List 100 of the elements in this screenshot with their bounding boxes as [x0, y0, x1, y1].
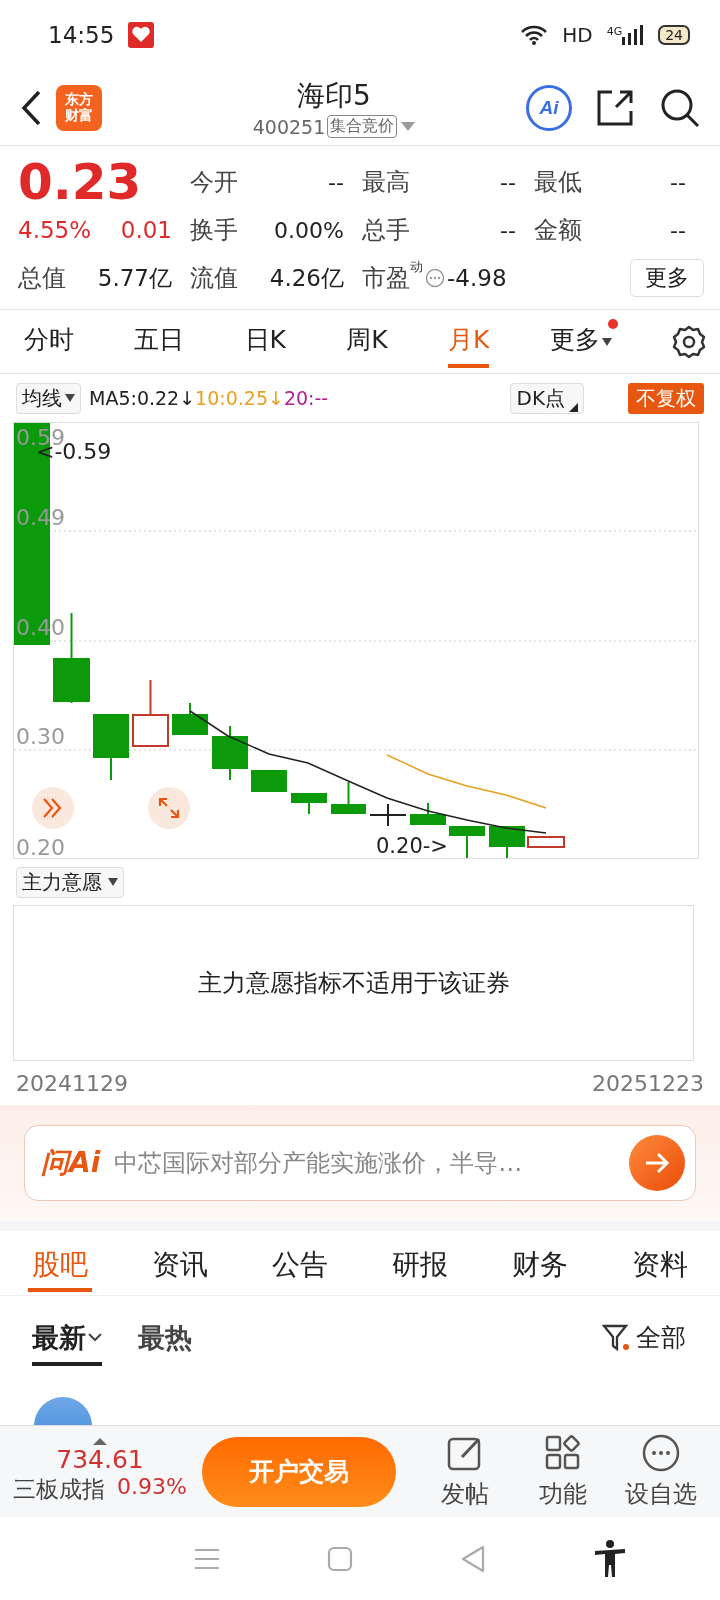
candlestick	[489, 826, 525, 858]
change-amount: 0.01	[120, 217, 172, 243]
action-button[interactable]: 发帖	[416, 1433, 514, 1510]
stat-value: --	[500, 169, 516, 195]
stat-label: 换手	[190, 215, 238, 246]
index-value: 734.61	[56, 1445, 144, 1474]
stat-value: 4.26亿	[269, 263, 344, 293]
action-button[interactable]: 功能	[514, 1433, 612, 1510]
stat-label: 最高	[362, 167, 410, 198]
start-date: 20241129	[16, 1070, 128, 1096]
change-percent: 4.55%	[18, 217, 92, 243]
ai-button[interactable]: Ai	[526, 84, 572, 131]
action-button[interactable]: 设自选	[612, 1433, 710, 1510]
content-tab[interactable]: 研报	[388, 1240, 452, 1292]
stat-label: 总值	[18, 263, 66, 294]
expand-arrows-icon	[157, 796, 181, 820]
stock-name: 海印5	[297, 78, 371, 114]
last-price: 0.23	[18, 157, 143, 207]
candlestick	[251, 770, 287, 792]
signal-icon	[622, 25, 645, 45]
more-tab[interactable]: 更多	[549, 315, 600, 368]
caret-icon	[401, 122, 416, 131]
sort-tab[interactable]: 最热	[138, 1309, 192, 1366]
period-tab[interactable]: 月K	[448, 315, 490, 368]
ai-prompt: 中芯国际对部分产能实施涨价，半导…	[114, 1148, 523, 1179]
more-info-icon	[425, 268, 445, 288]
network-type: HD	[562, 23, 593, 47]
caret-icon	[108, 878, 118, 886]
cell-type: 4G	[606, 25, 623, 38]
arrow-right-icon	[644, 1151, 670, 1175]
price-adjust-button[interactable]: 不复权	[628, 382, 704, 414]
battery-level: 24	[658, 25, 690, 45]
candlestick	[331, 781, 366, 814]
more-icon	[642, 1433, 680, 1472]
moving-average-value: MA5:0.22↓	[89, 387, 196, 409]
period-tab[interactable]: 周K	[346, 315, 388, 368]
send-button[interactable]	[629, 1135, 685, 1191]
apps-icon	[544, 1433, 582, 1472]
moving-average-value: 20:--	[283, 387, 329, 409]
stat-value: 0.00%	[274, 217, 344, 243]
stat-value: 5.77亿	[97, 263, 172, 293]
indicator-selector[interactable]: 主力意愿	[16, 866, 124, 898]
low-price-marker: 0.20->	[376, 834, 448, 858]
ask-ai-field[interactable]: 问Ai 中芯国际对部分产能实施涨价，半导…	[24, 1125, 696, 1201]
candlestick	[132, 679, 169, 747]
corner-triangle-icon	[569, 402, 578, 412]
period-tab[interactable]: 分时	[24, 315, 74, 368]
dk-button[interactable]: DK点	[510, 382, 584, 414]
sort-tab[interactable]: 最新	[32, 1309, 102, 1366]
candlestick	[410, 802, 446, 825]
indicator-selector[interactable]: 均线	[16, 382, 81, 414]
ask-ai-logo: 问Ai	[41, 1145, 101, 1181]
stat-label: 最低	[534, 167, 582, 198]
caret-icon	[601, 337, 612, 346]
stat-label: 今开	[190, 167, 238, 198]
candlestick	[369, 803, 407, 827]
moving-average-value: 10:0.25↓	[195, 387, 284, 409]
search-button[interactable]	[660, 87, 700, 128]
period-tab[interactable]: 日K	[244, 315, 286, 368]
content-tab[interactable]: 股吧	[28, 1240, 92, 1292]
content-tab[interactable]: 资讯	[148, 1240, 212, 1292]
period-tab[interactable]: 五日	[134, 315, 185, 368]
expand-sidebar-button[interactable]	[32, 787, 74, 829]
content-tab[interactable]: 公告	[268, 1240, 332, 1292]
fullscreen-button[interactable]	[148, 787, 190, 829]
app-logo: 东方 财富	[56, 84, 102, 131]
menu-button[interactable]	[193, 1547, 220, 1570]
end-date: 20251223	[592, 1070, 704, 1096]
back-button[interactable]	[20, 89, 42, 126]
filter-icon	[602, 1322, 630, 1353]
candlestick	[212, 725, 248, 781]
stat-label: 流值	[190, 263, 238, 294]
stat-value: -4.98	[447, 265, 507, 291]
stat-value: --	[670, 169, 686, 195]
index-name: 三板成指	[13, 1475, 106, 1504]
home-button[interactable]	[326, 1545, 353, 1572]
share-button[interactable]	[596, 88, 634, 127]
index-change: 0.93%	[117, 1474, 187, 1501]
candlestick	[291, 793, 327, 815]
indicator-message: 主力意愿指标不适用于该证券	[197, 968, 510, 999]
caret-up-icon	[93, 1438, 107, 1445]
back-nav-button[interactable]	[459, 1544, 486, 1573]
status-time: 14:55	[48, 22, 115, 48]
wifi-icon	[520, 24, 549, 46]
candlestick	[449, 826, 485, 858]
filter-button[interactable]: 全部	[596, 1320, 692, 1355]
stat-label: 金额	[534, 215, 582, 246]
app-notification-icon	[128, 22, 155, 48]
content-tab[interactable]: 财务	[508, 1240, 572, 1292]
stat-label: 市盈	[362, 264, 410, 294]
candlestick	[93, 714, 129, 781]
stat-label: 总手	[362, 215, 410, 246]
axis-label: 0.30	[16, 724, 65, 749]
axis-label: 0.20	[16, 835, 65, 858]
stat-value: --	[328, 169, 344, 195]
accessibility-button[interactable]	[592, 1538, 627, 1579]
settings-button[interactable]	[672, 324, 706, 359]
content-tab[interactable]: 资料	[628, 1240, 692, 1292]
more-button[interactable]: 更多	[630, 259, 704, 297]
stat-superscript: 动	[410, 258, 423, 274]
